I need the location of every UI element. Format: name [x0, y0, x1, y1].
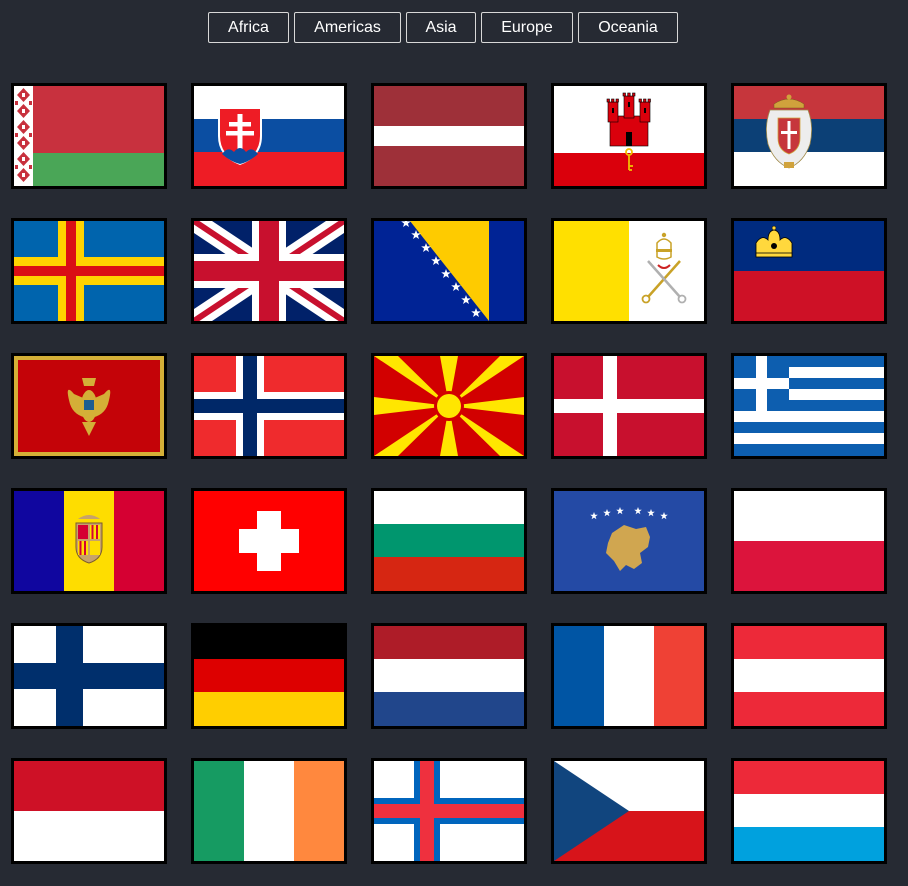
oceania-button[interactable]: Oceania [578, 12, 678, 43]
flag-slovakia[interactable] [191, 83, 347, 189]
flag-norway[interactable] [191, 353, 347, 459]
flag-bulgaria[interactable] [371, 488, 527, 594]
aland-islands-flag-image [14, 221, 164, 321]
north-macedonia-flag-image [374, 356, 524, 456]
netherlands-flag-image [374, 626, 524, 726]
flag-liechtenstein[interactable] [731, 218, 887, 324]
flag-ireland[interactable] [191, 758, 347, 864]
faroe-islands-flag-image [374, 761, 524, 861]
flag-faroe-islands[interactable] [371, 758, 527, 864]
slovakia-flag-image [194, 86, 344, 186]
flag-czech-republic[interactable] [551, 758, 707, 864]
flag-aland-islands[interactable] [11, 218, 167, 324]
liechtenstein-flag-image [734, 221, 884, 321]
flag-luxembourg[interactable] [731, 758, 887, 864]
flag-gibraltar[interactable] [551, 83, 707, 189]
kosovo-flag-image [554, 491, 704, 591]
americas-button[interactable]: Americas [294, 12, 401, 43]
andorra-flag-image [14, 491, 164, 591]
poland-flag-image [734, 491, 884, 591]
flag-finland[interactable] [11, 623, 167, 729]
greece-flag-image [734, 356, 884, 456]
flag-switzerland[interactable] [191, 488, 347, 594]
flag-austria[interactable] [731, 623, 887, 729]
vatican-city-flag-image [554, 221, 704, 321]
flag-montenegro[interactable] [11, 353, 167, 459]
flag-andorra[interactable] [11, 488, 167, 594]
denmark-flag-image [554, 356, 704, 456]
czech-republic-flag-image [554, 761, 704, 861]
flag-north-macedonia[interactable] [371, 353, 527, 459]
flag-poland[interactable] [731, 488, 887, 594]
flag-netherlands[interactable] [371, 623, 527, 729]
finland-flag-image [14, 626, 164, 726]
luxembourg-flag-image [734, 761, 884, 861]
europe-button[interactable]: Europe [481, 12, 573, 43]
ireland-flag-image [194, 761, 344, 861]
serbia-flag-image [734, 86, 884, 186]
flag-vatican-city[interactable] [551, 218, 707, 324]
bulgaria-flag-image [374, 491, 524, 591]
flag-kosovo[interactable] [551, 488, 707, 594]
flag-germany[interactable] [191, 623, 347, 729]
flag-denmark[interactable] [551, 353, 707, 459]
flag-belarus[interactable] [11, 83, 167, 189]
belarus-flag-image [14, 86, 164, 186]
africa-button[interactable]: Africa [208, 12, 289, 43]
norway-flag-image [194, 356, 344, 456]
germany-flag-image [194, 626, 344, 726]
united-kingdom-flag-image [194, 221, 344, 321]
montenegro-flag-image [14, 356, 164, 456]
flag-united-kingdom[interactable] [191, 218, 347, 324]
switzerland-flag-image [194, 491, 344, 591]
bosnia-and-herzegovina-flag-image [374, 221, 524, 321]
flag-bosnia-and-herzegovina[interactable] [371, 218, 527, 324]
asia-button[interactable]: Asia [406, 12, 476, 43]
flag-latvia[interactable] [371, 83, 527, 189]
flag-france[interactable] [551, 623, 707, 729]
flag-serbia[interactable] [731, 83, 887, 189]
flag-greece[interactable] [731, 353, 887, 459]
france-flag-image [554, 626, 704, 726]
flag-grid [11, 83, 887, 864]
latvia-flag-image [374, 86, 524, 186]
monaco-flag-image [14, 761, 164, 861]
gibraltar-flag-image [554, 86, 704, 186]
austria-flag-image [734, 626, 884, 726]
flag-monaco[interactable] [11, 758, 167, 864]
region-filter-nav: Africa Americas Asia Europe Oceania [208, 12, 678, 43]
